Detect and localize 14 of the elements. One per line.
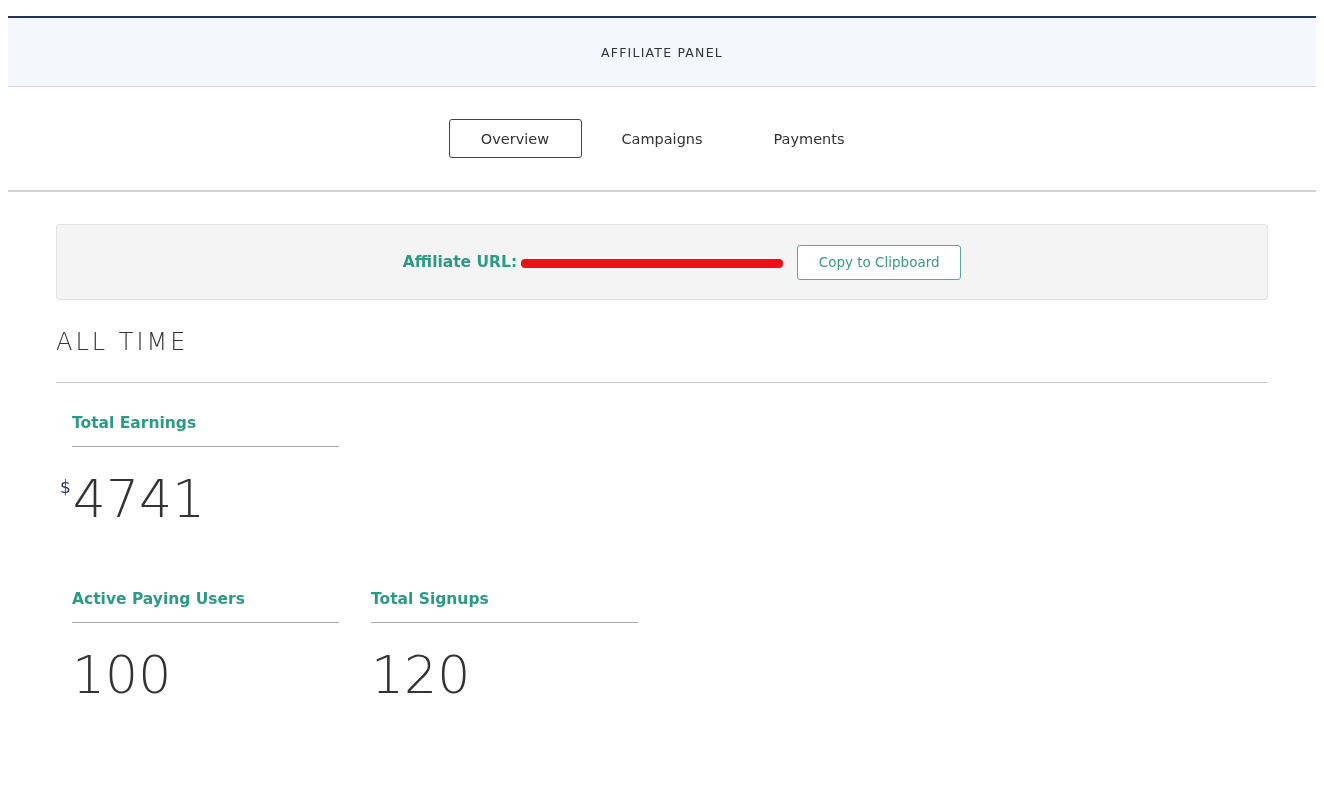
- stat-value: 120: [371, 645, 471, 705]
- tab[interactable]: Campaigns: [595, 119, 729, 158]
- stat-label: Total Signups: [371, 559, 638, 623]
- stat-label: Active Paying Users: [72, 559, 339, 623]
- section-title: ALL TIME: [56, 300, 1268, 383]
- stat-value: 4741: [72, 469, 206, 529]
- panel-title: AFFILIATE PANEL: [601, 44, 723, 60]
- currency-symbol: $: [60, 477, 71, 497]
- stat-label: Total Earnings: [72, 383, 339, 447]
- tab[interactable]: Payments: [742, 119, 876, 158]
- tab[interactable]: Overview: [448, 119, 582, 158]
- stat-value: 100: [72, 645, 172, 705]
- url-label: Affiliate URL:: [402, 253, 518, 271]
- copy-button[interactable]: Copy to Clipboard: [797, 244, 962, 280]
